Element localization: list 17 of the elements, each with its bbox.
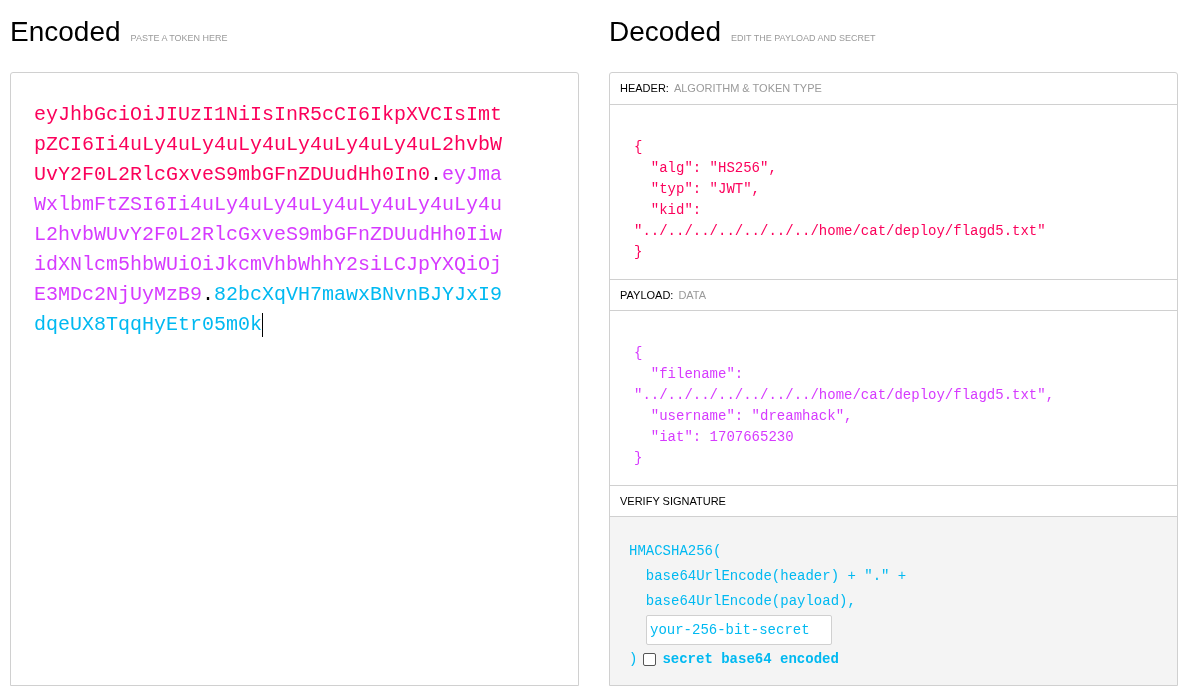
- checkbox[interactable]: [643, 653, 657, 666]
- section-label: HEADER:: [620, 81, 669, 97]
- section-label: VERIFY SIGNATURE: [620, 493, 726, 509]
- panel-hint: EDIT THE PAYLOAD AND SECRET: [731, 31, 876, 45]
- secret-field[interactable]: your-256-bit-secret: [646, 615, 832, 645]
- panel-hint: PASTE A TOKEN HERE: [130, 31, 228, 45]
- closing-paren: ): [629, 650, 638, 669]
- json-code[interactable]: { "filename": "../../../../../../../home/cat/deploy/flagd5.txt", "username": "dreamhack", "iat": 1707665230 }: [634, 343, 1055, 469]
- checkbox-label: secret base64 encoded: [662, 650, 839, 669]
- panel-title: Decoded: [609, 18, 722, 46]
- section-hint: ALGORITHM & TOKEN TYPE: [673, 81, 822, 97]
- text-cursor: [262, 312, 264, 337]
- token-input-field[interactable]: eyJhbGciOiJIUzI1NiIsInR5cCI6IkpXVCIsImtpZCI6Ii4uLy4uLy4uLy4uLy4uLy4uLy4uL2hvbWUvY2F0L2RlcGxveS9mbGFnZDUudHh0In0.eyJmaWxlbmFtZSI6Ii4uLy4uLy4uLy4uLy4uLy4uLy4uL2hvbWUvY2F0L2RlcGxveS9mbGFnZDUudHh0IiwidXNlcm5hbWUiOiJkcmVhbWhhY2siLCJpYXQiOjE3MDc2NjUyMzB9.82bcXqVH7mawxBNvnBJYJxI9dqeUX8TqqHyEtr05m0k: [10, 72, 579, 686]
- json-code[interactable]: { "alg": "HS256", "typ": "JWT", "kid": "../../../../../../../home/cat/deploy/flagd5.txt" }: [634, 137, 1046, 263]
- panel-title: Encoded: [10, 18, 121, 46]
- section-hint: DATA: [678, 287, 707, 303]
- section-label: PAYLOAD:: [620, 287, 674, 303]
